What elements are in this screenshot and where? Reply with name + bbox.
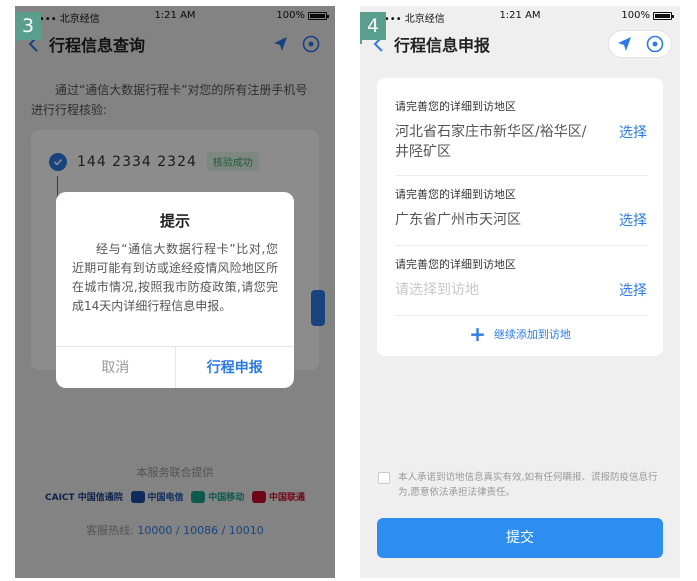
close-mini-program-icon[interactable]	[645, 34, 665, 54]
destination-field-1: 请完善您的详细到访地区 河北省石家庄市新华区/裕华区/井陉矿区 选择	[395, 98, 647, 160]
select-button[interactable]: 选择	[619, 280, 647, 300]
divider	[395, 245, 647, 246]
destination-form: 请完善您的详细到访地区 河北省石家庄市新华区/裕华区/井陉矿区 选择 请完善您的…	[377, 78, 663, 356]
field-label: 请完善您的详细到访地区	[395, 100, 516, 113]
nav-actions	[608, 30, 672, 58]
agreement-text: 本人承诺到访地信息真实有效,如有任何瞒报、谎报防疫信息行为,愿意依法承担法律责任…	[398, 472, 658, 498]
select-button[interactable]: 选择	[619, 210, 647, 230]
dialog-footer: 取消 行程申报	[56, 346, 294, 388]
destination-field-3: 请完善您的详细到访地区 请选择到访地 选择	[395, 256, 647, 299]
divider	[395, 315, 647, 316]
location-arrow-icon[interactable]	[615, 34, 635, 54]
step-number-badge: 3	[15, 12, 41, 44]
page-title: 行程信息申报	[394, 36, 491, 55]
add-destination-label: 继续添加到访地	[493, 328, 571, 341]
battery-icon	[653, 12, 674, 20]
screen-travel-query: 3 •••• 北京经信 1:21 AM 100% 行程信息查询 通过“通信大数据…	[15, 6, 335, 578]
add-destination-button[interactable]: + 继续添加到访地	[377, 322, 663, 346]
dialog-message: 经与“通信大数据行程卡”比对,您近期可能有到访或途经疫情风险地区所在城市情况,按…	[72, 242, 278, 313]
step-number-badge: 4	[360, 12, 386, 44]
agreement-checkbox[interactable]	[378, 472, 390, 484]
field-label: 请完善您的详细到访地区	[395, 258, 516, 271]
field-value: 广东省广州市天河区	[395, 212, 521, 228]
plus-icon: +	[469, 322, 486, 346]
declare-trip-button[interactable]: 行程申报	[176, 347, 295, 388]
field-placeholder[interactable]: 请选择到访地	[395, 280, 595, 300]
dialog-title: 提示	[159, 212, 190, 230]
screen-travel-declaration: 4 •••• 北京经信 1:21 AM 100% 行程信息申报 请完善您的详细到…	[360, 6, 680, 578]
agreement: 本人承诺到访地信息真实有效,如有任何瞒报、谎报防疫信息行为,愿意依法承担法律责任…	[378, 470, 662, 500]
nav-bar: 行程信息申报	[360, 26, 680, 62]
field-value: 河北省石家庄市新华区/裕华区/井陉矿区	[395, 124, 587, 160]
submit-button[interactable]: 提交	[377, 518, 663, 558]
select-button[interactable]: 选择	[619, 122, 647, 142]
divider	[395, 175, 647, 176]
destination-field-2: 请完善您的详细到访地区 广东省广州市天河区 选择	[395, 186, 647, 229]
status-bar: •••• 北京经信 1:21 AM 100%	[360, 6, 680, 26]
cancel-button[interactable]: 取消	[56, 347, 176, 388]
battery-percent: 100%	[621, 10, 650, 21]
field-label: 请完善您的详细到访地区	[395, 188, 516, 201]
alert-dialog: 提示 经与“通信大数据行程卡”比对,您近期可能有到访或途经疫情风险地区所在城市情…	[56, 192, 294, 388]
